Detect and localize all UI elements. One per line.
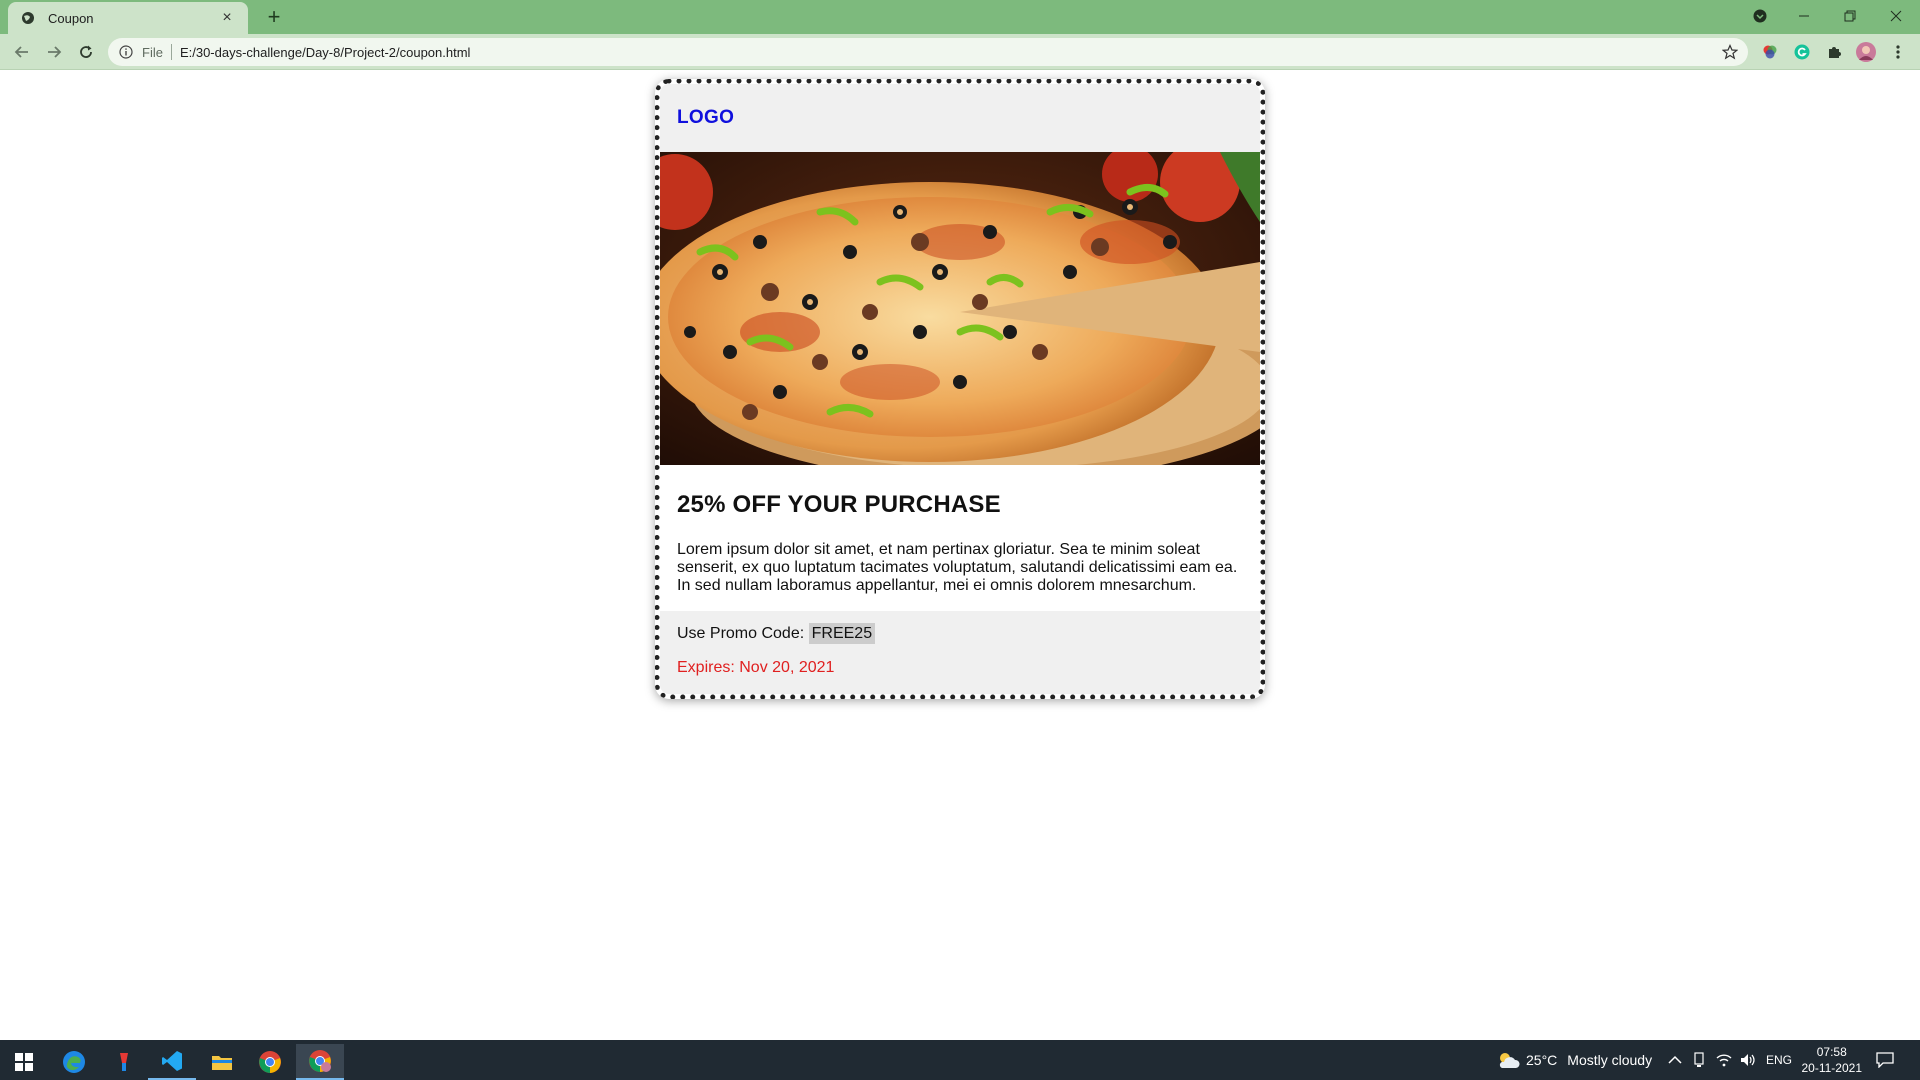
offer-title: 25% OFF YOUR PURCHASE [677,491,1001,518]
start-windows-icon[interactable] [0,1044,48,1080]
profile-avatar[interactable] [1856,42,1876,62]
tab-search-icon[interactable] [1740,0,1780,32]
bookmark-star-icon[interactable] [1721,44,1739,60]
reload-icon[interactable] [74,40,98,64]
tab-title: Coupon [48,10,94,26]
color-extension-icon[interactable] [1760,42,1780,62]
edge-icon[interactable] [50,1044,98,1080]
back-arrow-icon[interactable] [10,40,34,64]
logo: LOGO [677,107,735,128]
notifications-icon[interactable] [1876,1040,1894,1080]
file-explorer-icon[interactable] [198,1044,246,1080]
chrome-profile-icon[interactable] [296,1044,344,1080]
restore-icon[interactable] [1830,0,1870,32]
pizza-image [660,152,1260,465]
weather-widget[interactable]: 25°C Mostly cloudy [1496,1040,1652,1080]
system-clock[interactable]: 07:58 20-11-2021 [1802,1044,1863,1076]
close-tab-icon[interactable]: × [218,9,236,27]
new-tab-button[interactable]: + [260,4,288,30]
clock-date: 20-11-2021 [1801,1061,1863,1075]
windows-taskbar: 25°C Mostly cloudy ENG 07:58 20-11-2021 [0,1040,1920,1080]
volume-icon[interactable] [1740,1040,1756,1080]
address-bar[interactable]: File E:/30-days-challenge/Day-8/Project-… [108,38,1748,66]
info-icon[interactable] [118,44,134,60]
promo-label: Use Promo Code: [677,625,805,642]
clock-time: 07:58 [1816,1045,1847,1059]
tab-coupon[interactable]: Coupon × [8,2,248,34]
menu-kebab-icon[interactable] [1888,42,1908,62]
weather-condition: Mostly cloudy [1567,1052,1653,1068]
browser-tab-bar: Coupon × + [0,0,1920,34]
weather-temperature: 25°C [1526,1052,1558,1068]
coupon-header: LOGO [660,84,1260,152]
device-icon[interactable] [1692,1040,1706,1080]
chrome-icon[interactable] [246,1044,294,1080]
language-indicator[interactable]: ENG [1766,1040,1792,1080]
coupon-card: LOGO 25% OFF YOUR PURCHASE Lorem ipsum d… [655,79,1265,699]
expiry-date: Expires: Nov 20, 2021 [677,659,835,676]
address-separator [170,44,172,60]
cloudy-weather-icon [1496,1050,1520,1070]
minimize-icon[interactable] [1784,0,1824,32]
extensions-puzzle-icon[interactable] [1824,42,1844,62]
app-brush-icon[interactable] [100,1044,148,1080]
address-scheme: File [142,44,163,60]
offer-description: Lorem ipsum dolor sit amet, et nam perti… [677,541,1238,594]
forward-arrow-icon[interactable] [42,40,66,64]
address-url[interactable]: E:/30-days-challenge/Day-8/Project-2/cou… [180,45,470,60]
browser-toolbar: File E:/30-days-challenge/Day-8/Project-… [0,34,1920,70]
show-hidden-icons[interactable] [1668,1040,1682,1080]
promo-code[interactable]: FREE25 [808,623,876,644]
promo-line: Use Promo Code: FREE25 [677,623,1243,644]
coupon-footer: Use Promo Code: FREE25 Expires: Nov 20, … [660,611,1260,694]
globe-icon [20,10,36,26]
coupon-body: 25% OFF YOUR PURCHASE Lorem ipsum dolor … [660,465,1260,611]
wifi-icon[interactable] [1716,1040,1732,1080]
vscode-icon[interactable] [148,1044,196,1080]
close-window-icon[interactable] [1876,0,1916,32]
grammarly-icon[interactable] [1792,42,1812,62]
